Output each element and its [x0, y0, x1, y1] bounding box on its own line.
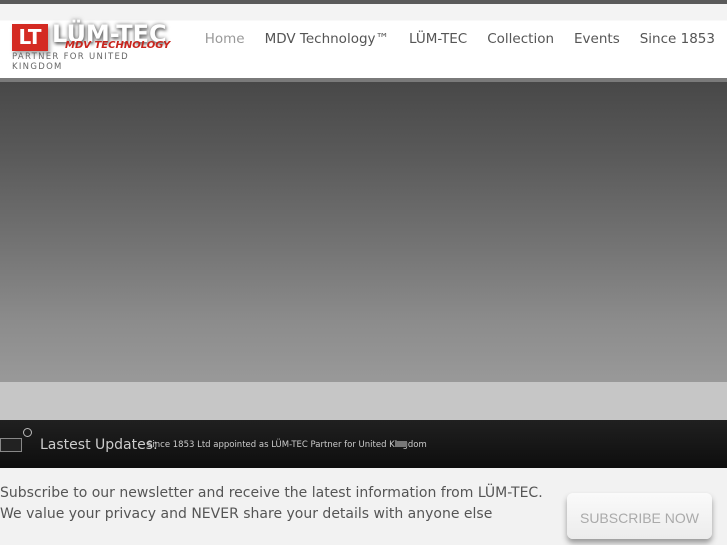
- updates-text[interactable]: Since 1853 Ltd appointed as LÜM-TEC Part…: [147, 440, 427, 450]
- latest-updates-bar: Lastest Updates: Since 1853 Ltd appointe…: [0, 420, 727, 468]
- monitor-icon: [0, 438, 22, 452]
- clock-icon: [23, 428, 32, 437]
- subscribe-button[interactable]: SUBSCRIBE NOW: [567, 493, 712, 539]
- nav-home[interactable]: Home: [205, 31, 245, 47]
- logo-mark: LT: [12, 24, 48, 51]
- nav-lum-tec[interactable]: LÜM-TEC: [409, 31, 467, 47]
- main-nav: Home MDV Technology™ LÜM-TEC Collection …: [205, 31, 715, 47]
- logo[interactable]: LT LÜM-TEC MDV TECHNOLOGY PARTNER FOR UN…: [12, 20, 182, 72]
- nav-since-1853[interactable]: Since 1853: [640, 31, 715, 47]
- logo-sub: MDV TECHNOLOGY: [65, 40, 171, 51]
- newsletter-text: Subscribe to our newsletter and receive …: [0, 485, 543, 522]
- megaphone-icon: [395, 441, 407, 447]
- hero-footer-strip: [0, 382, 727, 420]
- hero-banner: [0, 82, 727, 382]
- header: LT LÜM-TEC MDV TECHNOLOGY PARTNER FOR UN…: [0, 4, 727, 80]
- updates-label: Lastest Updates:: [40, 437, 158, 453]
- nav-collection[interactable]: Collection: [487, 31, 554, 47]
- nav-mdv-technology[interactable]: MDV Technology™: [265, 31, 389, 47]
- logo-tagline: PARTNER FOR UNITED KINGDOM: [12, 52, 129, 72]
- nav-events[interactable]: Events: [574, 31, 620, 47]
